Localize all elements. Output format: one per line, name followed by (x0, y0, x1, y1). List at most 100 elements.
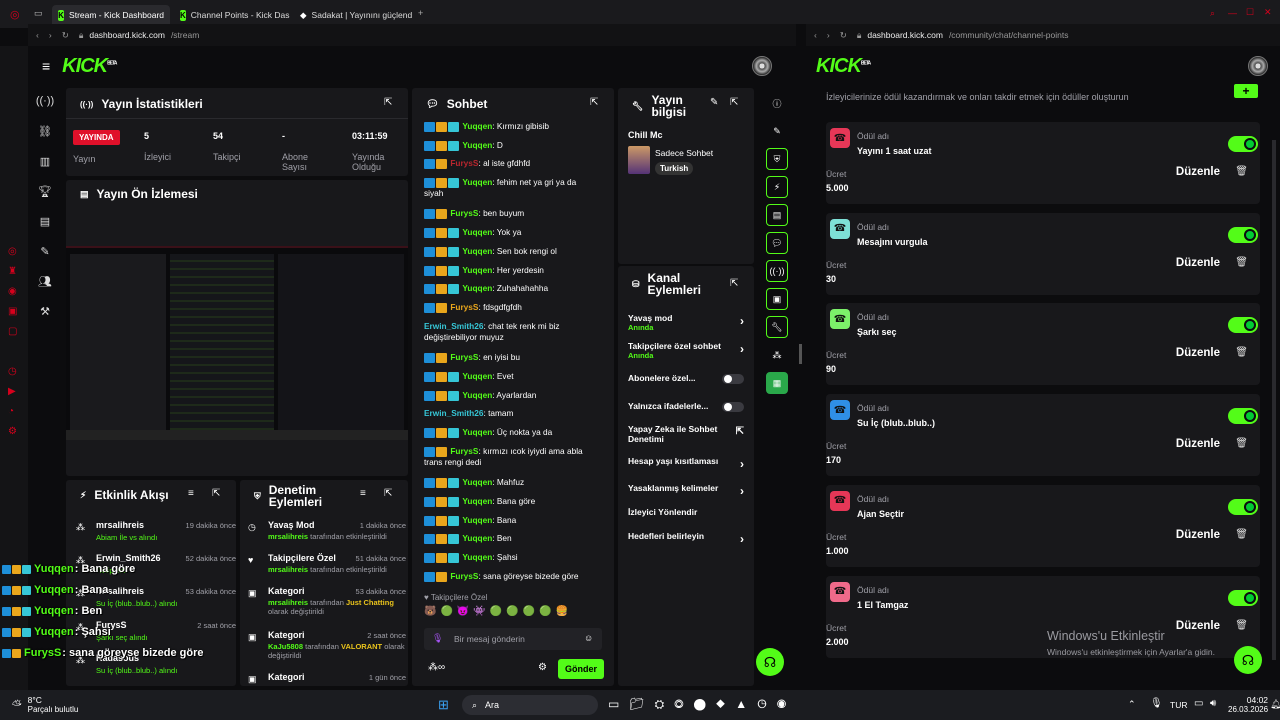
edit-reward-button[interactable]: Düzenle (1176, 347, 1220, 359)
chat-username[interactable]: Yuqqen (462, 283, 492, 293)
nav-analytics-icon[interactable]: ▥ (32, 146, 58, 176)
reward-enabled-toggle[interactable] (1228, 498, 1258, 515)
close-window-icon[interactable]: ✕ (1264, 7, 1272, 18)
new-tab-icon[interactable]: + (418, 8, 423, 18)
notification-icon[interactable]: 🔔︎ (1270, 699, 1280, 710)
chat-username[interactable]: FurysS (450, 158, 478, 168)
user-avatar[interactable] (752, 56, 772, 76)
emoji-icon[interactable]: ☺ (584, 633, 593, 643)
external-link-icon[interactable]: ⇱ (736, 426, 744, 437)
edit-reward-button[interactable]: Düzenle (1176, 529, 1220, 541)
chevron-right-icon[interactable]: › (740, 457, 744, 471)
kick-logo[interactable]: KICKBETA (816, 55, 871, 78)
chat-username[interactable]: Yuqqen (462, 427, 492, 437)
taskbar-apps[interactable]: ▭📁︎⛭◎⬤◆▲◷◉ (608, 697, 796, 712)
mic-icon[interactable]: 🎙︎ (432, 633, 443, 644)
pencil-icon[interactable]: ✎ (766, 120, 788, 142)
forward-icon[interactable]: › (827, 30, 830, 40)
nav-tools-icon[interactable]: ✎ (32, 236, 58, 266)
trash-icon[interactable]: 🗑︎ (1235, 257, 1248, 268)
send-button[interactable]: Gönder (558, 659, 604, 679)
emote-row[interactable]: 🐻🟢😈👾🟢🟢🟢🟢🍔 (424, 606, 572, 617)
filter-icon[interactable]: ≡ (360, 488, 366, 499)
maximize-icon[interactable]: ☐ (1246, 7, 1254, 18)
chevron-right-icon[interactable]: › (740, 484, 744, 498)
channel-action-toggle[interactable] (722, 402, 744, 412)
windows-start-icon[interactable]: ⊞ (438, 697, 449, 713)
tool-icon[interactable]: 🔧︎ (766, 316, 788, 338)
chat-username[interactable]: FurysS (450, 302, 478, 312)
weather-icon[interactable]: ⛅︎ (12, 698, 22, 713)
screen-icon[interactable]: ▣ (766, 288, 788, 310)
tab-channel-points[interactable]: K Channel Points - Kick Das (174, 5, 290, 25)
volume-icon[interactable]: 🔊︎ (1210, 698, 1216, 709)
comment-icon[interactable]: 💬︎ (766, 232, 788, 254)
reward-enabled-toggle[interactable] (1228, 226, 1258, 243)
chat-username[interactable]: Yuqqen (462, 140, 492, 150)
chevron-right-icon[interactable]: › (740, 342, 744, 356)
channel-action-item[interactable]: Abonelere özel... (628, 373, 746, 384)
edit-reward-button[interactable]: Düzenle (1176, 257, 1220, 269)
channel-action-toggle[interactable] (722, 374, 744, 384)
chat-settings-icon[interactable]: ⚙ (538, 662, 547, 673)
nav-video-icon[interactable]: ▤ (32, 206, 58, 236)
channel-action-item[interactable]: Hesap yaşı kısıtlaması › (628, 456, 746, 471)
nav-users-icon[interactable]: 👥︎ (32, 266, 58, 296)
popout-icon[interactable]: ⇱ (212, 488, 220, 499)
channel-action-item[interactable]: Yavaş mod Anında › (628, 313, 746, 332)
tray-chevron-icon[interactable]: ⌃ (1128, 699, 1136, 710)
shield-icon[interactable]: ⛨ (766, 148, 788, 170)
popout-icon[interactable]: ⇱ (730, 278, 738, 289)
channel-action-item[interactable]: Yapay Zeka ile Sohbet Denetimi ⇱ (628, 424, 746, 444)
chat-username[interactable]: Yuqqen (462, 552, 492, 562)
chat-username[interactable]: Yuqqen (462, 533, 492, 543)
broadcast-icon[interactable]: ((·)) (766, 260, 788, 282)
add-reward-button[interactable]: + (1234, 84, 1258, 98)
opera-sidebar-icons[interactable]: ◎ ♜ ◉ ▣ ▢ ◷ ▶ ◔ ⚙ (8, 242, 17, 442)
tab-menu-icon[interactable]: ▭ (34, 8, 43, 19)
nav-trophy-icon[interactable]: 🏆︎ (32, 176, 58, 206)
chat-username[interactable]: Yuqqen (462, 227, 492, 237)
dots-icon[interactable]: ⁂ (766, 344, 788, 366)
mic-tray-icon[interactable]: 🎙︎ (1150, 698, 1163, 709)
channel-action-item[interactable]: Yalnızca ifadelerle... (628, 401, 746, 412)
info-icon[interactable]: ⓘ (766, 92, 788, 114)
reward-enabled-toggle[interactable] (1228, 589, 1258, 606)
nav-community-icon[interactable]: ⚒ (32, 296, 58, 326)
edit-reward-button[interactable]: Düzenle (1176, 438, 1220, 450)
popout-icon[interactable]: ⇱ (384, 488, 392, 499)
filter-icon[interactable]: ≡ (188, 488, 194, 499)
chat-username[interactable]: Yuqqen (462, 121, 492, 131)
chat-username[interactable]: Yuqqen (462, 515, 492, 525)
minimize-icon[interactable]: — (1228, 8, 1237, 18)
trash-icon[interactable]: 🗑︎ (1235, 166, 1248, 177)
url-field-right[interactable]: 🔒︎ dashboard.kick.com/community/chat/chan… (857, 30, 1069, 41)
channel-action-item[interactable]: Takipçilere özel sohbet Anında › (628, 341, 746, 360)
kick-logo[interactable]: KICKBETA (62, 55, 117, 78)
trash-icon[interactable]: 🗑︎ (1235, 529, 1248, 540)
trash-icon[interactable]: 🗑︎ (1235, 347, 1248, 358)
edit-reward-button[interactable]: Düzenle (1176, 166, 1220, 178)
reload-icon[interactable]: ↻ (62, 30, 69, 41)
chat-username[interactable]: Erwin_Smith26 (424, 321, 483, 331)
user-avatar[interactable] (1248, 56, 1268, 76)
chat-input[interactable]: 🎙︎ Bir mesaj gönderin ☺ (424, 628, 602, 650)
clock[interactable]: 04:02 26.03.2026 (1228, 695, 1268, 715)
chat-username[interactable]: FurysS (450, 446, 478, 456)
reward-enabled-toggle[interactable] (1228, 317, 1258, 334)
chat-username[interactable]: Yuqqen (462, 496, 492, 506)
chat-username[interactable]: Yuqqen (462, 371, 492, 381)
popout-icon[interactable]: ⇱ (590, 97, 598, 108)
search-tabs-icon[interactable]: ⌕ (1210, 8, 1215, 19)
network-icon[interactable]: ▭ (1194, 698, 1203, 709)
scrollbar[interactable] (1272, 140, 1276, 660)
channel-action-item[interactable]: Yasaklanmış kelimeler › (628, 483, 746, 498)
chat-username[interactable]: Yuqqen (462, 265, 492, 275)
edit-reward-button[interactable]: Düzenle (1176, 620, 1220, 632)
bolt-icon[interactable]: ⚡︎ (766, 176, 788, 198)
chevron-right-icon[interactable]: › (740, 532, 744, 546)
chevron-right-icon[interactable]: › (740, 314, 744, 328)
help-fab-right[interactable]: ☊ (1234, 646, 1262, 674)
channel-action-item[interactable]: İzleyici Yönlendir (628, 507, 746, 517)
weather-widget[interactable]: 8°C Parçalı bulutlu (28, 695, 79, 715)
